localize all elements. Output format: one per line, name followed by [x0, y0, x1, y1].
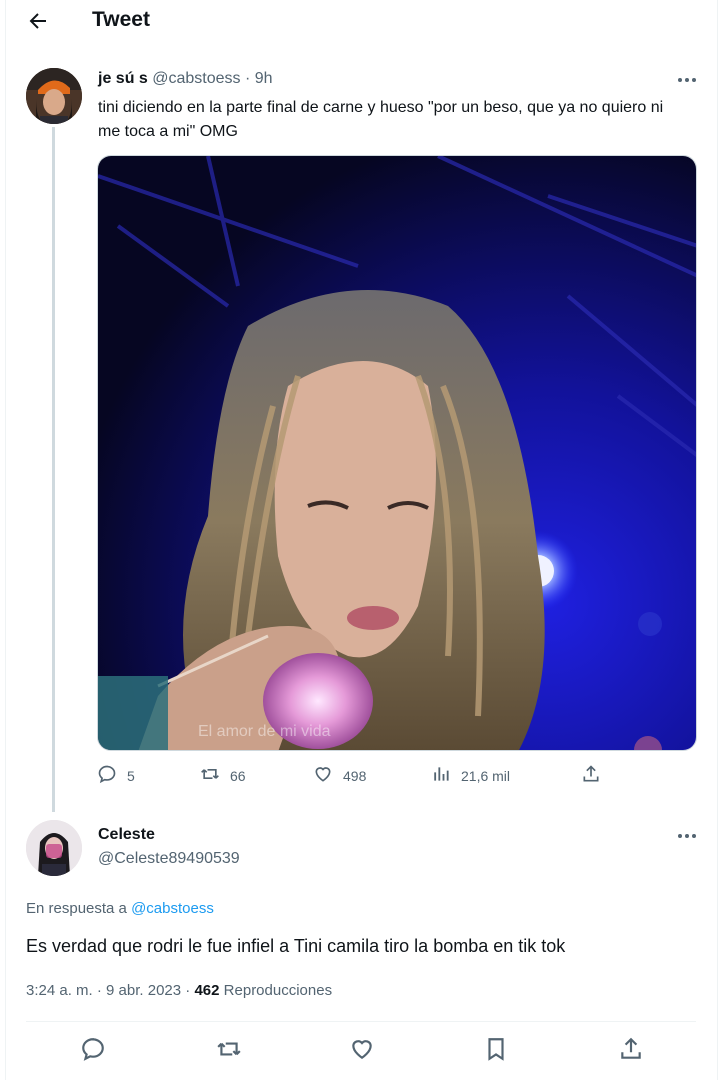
top-bar: Tweet — [0, 0, 723, 44]
reply-icon — [97, 764, 117, 787]
back-arrow-icon[interactable] — [26, 9, 50, 33]
retweet-icon[interactable] — [216, 1036, 242, 1062]
share-icon[interactable] — [618, 1036, 644, 1062]
like-count: 498 — [343, 767, 367, 784]
separator-dot: · — [96, 982, 102, 999]
reply-icon[interactable] — [80, 1036, 106, 1062]
author-name[interactable]: je sú s — [98, 70, 148, 87]
reply-action-bar — [0, 1036, 723, 1066]
views-chart-icon — [431, 764, 451, 787]
reply-text: Es verdad que rodri le fue infiel a Tini… — [26, 936, 566, 956]
tweet-text: tini diciendo en la parte final de carne… — [98, 99, 664, 140]
reply-button[interactable]: 5 — [97, 764, 135, 787]
tweet-video[interactable]: El amor de mi vida — [97, 155, 697, 751]
reply-metadata: 3:24 a. m. · 9 abr. 2023 · 462 Reproducc… — [26, 982, 332, 999]
video-watermark: El amor de mi vida — [198, 723, 331, 740]
like-button[interactable]: 498 — [313, 764, 366, 787]
video-frame: El amor de mi vida — [98, 156, 696, 750]
retweet-button[interactable]: 66 — [200, 764, 246, 787]
replying-to-line: En respuesta a @cabstoess — [26, 900, 214, 917]
avatar[interactable] — [26, 820, 82, 876]
reply-view-count: 462 — [194, 982, 220, 999]
tweet-time[interactable]: 9h — [255, 70, 273, 87]
views-count: 21,6 mil — [461, 767, 511, 784]
share-icon — [581, 764, 601, 787]
avatar[interactable] — [26, 68, 82, 124]
retweet-count: 66 — [230, 767, 246, 784]
replying-to-mention[interactable]: @cabstoess — [131, 900, 214, 917]
author-handle[interactable]: @cabstoess — [152, 70, 240, 87]
replying-to-prefix: En respuesta a — [26, 900, 127, 917]
more-options-icon[interactable] — [676, 70, 698, 90]
reply-view-label: Reproducciones — [223, 982, 333, 999]
page-title: Tweet — [92, 8, 150, 31]
views-button[interactable]: 21,6 mil — [431, 764, 510, 787]
thread-connector — [52, 127, 55, 812]
separator-dot: · — [245, 70, 251, 87]
share-button[interactable] — [581, 764, 601, 787]
separator-dot: · — [185, 982, 191, 999]
reply-author-name[interactable]: Celeste — [98, 826, 155, 844]
retweet-icon — [200, 764, 220, 787]
bookmark-icon[interactable] — [483, 1036, 509, 1062]
reply-author-handle[interactable]: @Celeste89490539 — [98, 850, 240, 868]
tweet-action-bar: 5 66 498 21,6 mil — [97, 764, 607, 794]
more-options-icon[interactable] — [676, 826, 698, 846]
reply-count: 5 — [127, 767, 135, 784]
reply-date[interactable]: 9 abr. 2023 — [106, 982, 181, 999]
tweet-header: je sú s @cabstoess · 9h — [98, 70, 273, 88]
heart-icon[interactable] — [349, 1036, 375, 1062]
reply-time[interactable]: 3:24 a. m. — [26, 982, 93, 999]
divider — [26, 1021, 696, 1022]
heart-icon — [313, 764, 333, 787]
